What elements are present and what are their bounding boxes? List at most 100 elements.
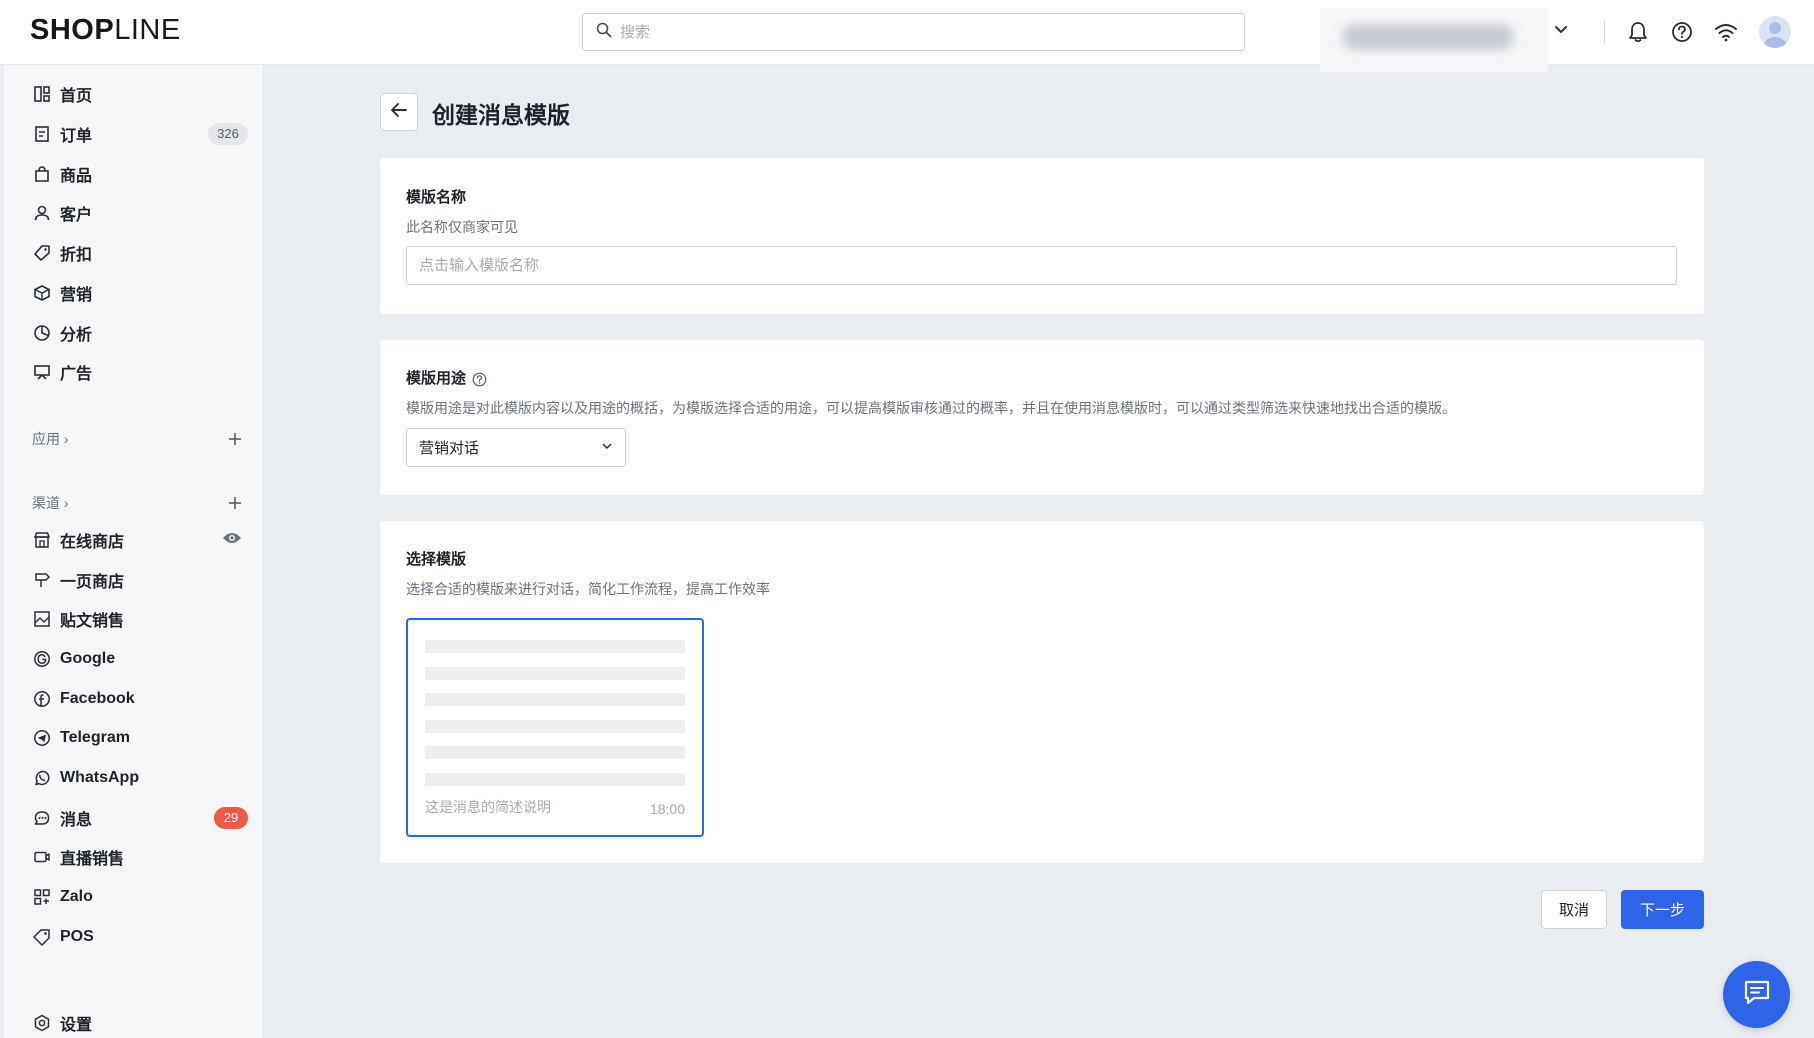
bell-icon[interactable]	[1625, 19, 1651, 45]
choose-template-description: 选择合适的模版来进行对话，简化工作流程，提高工作效率	[406, 581, 770, 597]
template-name-title: 模版名称	[406, 189, 467, 206]
search-icon	[596, 22, 612, 43]
user-icon	[30, 201, 54, 225]
sidebar-item-google[interactable]: Google	[30, 642, 250, 676]
back-button[interactable]	[380, 93, 418, 131]
sidebar-item-pos[interactable]: POS	[30, 920, 250, 954]
google-icon	[30, 647, 54, 671]
template-placeholder-line	[425, 746, 685, 759]
message-count-badge: 29	[214, 807, 248, 829]
template-placeholder-line	[425, 773, 685, 786]
next-step-button[interactable]: 下一步	[1621, 890, 1704, 929]
chat-icon	[1742, 977, 1772, 1012]
pie-chart-icon	[30, 321, 54, 345]
template-usage-description: 模版用途是对此模版内容以及用途的概括，为模版选择合适的用途，可以提高模版审核通过…	[406, 400, 1456, 416]
sidebar-item-label: 设置	[60, 1017, 93, 1034]
sidebar-item-label: 首页	[60, 88, 93, 105]
box-icon	[30, 281, 54, 305]
arrow-left-icon	[390, 101, 408, 124]
template-placeholder-line	[425, 667, 685, 680]
sidebar-item-label: 消息	[60, 812, 93, 829]
template-usage-selected-value: 营销对话	[419, 440, 480, 457]
chevron-down-icon	[601, 439, 613, 457]
sidebar-item-label: 折扣	[60, 247, 93, 264]
template-usage-title: 模版用途	[406, 370, 467, 387]
sidebar-item-facebook[interactable]: Facebook	[30, 682, 250, 716]
template-usage-select[interactable]: 营销对话	[406, 428, 626, 467]
help-icon[interactable]	[472, 372, 487, 387]
sidebar-item-orders[interactable]: 订单 326	[30, 117, 250, 151]
chat-support-button[interactable]	[1723, 961, 1790, 1028]
store-icon	[30, 528, 54, 552]
sidebar-item-label: POS	[60, 928, 94, 945]
template-usage-title-row: 模版用途	[406, 367, 487, 388]
whatsapp-icon	[30, 766, 54, 790]
store-switcher[interactable]	[1320, 8, 1548, 72]
template-preview-time: 18:00	[649, 801, 685, 817]
help-icon[interactable]	[1669, 19, 1695, 45]
template-name-input[interactable]	[406, 246, 1677, 285]
store-name-blurred	[1342, 24, 1514, 50]
sidebar-item-label: 在线商店	[60, 534, 125, 551]
facebook-icon	[30, 687, 54, 711]
image-post-icon	[30, 607, 54, 631]
sidebar-item-label: 商品	[60, 168, 93, 185]
sidebar-item-label: Zalo	[60, 888, 93, 905]
telegram-icon	[30, 726, 54, 750]
ad-board-icon	[30, 360, 54, 384]
sidebar-item-label: 营销	[60, 287, 93, 304]
message-icon	[30, 806, 54, 830]
avatar[interactable]	[1759, 16, 1791, 48]
sidebar-item-label: 一页商店	[60, 574, 125, 591]
choose-template-title: 选择模版	[406, 551, 467, 568]
channels-section-toggle[interactable]: 渠道 ›	[32, 493, 69, 513]
page-title: 创建消息模版	[432, 102, 570, 128]
order-count-badge: 326	[208, 123, 248, 145]
shopline-logo[interactable]: SHOPLINE	[30, 14, 181, 47]
top-bar: SHOPLINE	[0, 0, 1814, 72]
sidebar-item-discounts[interactable]: 折扣	[30, 236, 250, 270]
wifi-icon[interactable]	[1713, 19, 1739, 45]
tag-icon	[30, 241, 54, 265]
sidebar-item-label: 客户	[60, 207, 93, 224]
sidebar-item-zalo[interactable]: Zalo	[30, 880, 250, 914]
sidebar-item-label: WhatsApp	[60, 769, 140, 786]
choose-template-card: 选择模版 选择合适的模版来进行对话，简化工作流程，提高工作效率 这是消息的简述说…	[380, 521, 1704, 863]
sidebar-item-label: Facebook	[60, 690, 135, 707]
sidebar-item-settings[interactable]: 设置	[30, 1006, 250, 1038]
sidebar-item-analytics[interactable]: 分析	[30, 316, 250, 350]
sidebar-item-customers[interactable]: 客户	[30, 196, 250, 230]
add-app-plus-icon[interactable]	[224, 428, 246, 450]
sidebar-item-online-store[interactable]: 在线商店	[30, 523, 250, 557]
sidebar-item-telegram[interactable]: Telegram	[30, 721, 250, 755]
add-channel-plus-icon[interactable]	[224, 492, 246, 514]
sidebar-item-home[interactable]: 首页	[30, 77, 250, 111]
eye-icon[interactable]	[222, 531, 242, 550]
template-option-card[interactable]: 这是消息的简述说明 18:00	[406, 618, 704, 837]
sidebar-item-label: Telegram	[60, 729, 130, 746]
dashboard-icon	[30, 82, 54, 106]
sidebar-item-one-page-store[interactable]: 一页商店	[30, 563, 250, 597]
pos-icon	[30, 925, 54, 949]
sidebar-item-ads[interactable]: 广告	[30, 355, 250, 389]
sidebar-item-products[interactable]: 商品	[30, 157, 250, 191]
sidebar-item-live-selling[interactable]: 直播销售	[30, 840, 250, 874]
topbar-divider	[1604, 20, 1605, 44]
sidebar-item-label: 广告	[60, 366, 93, 383]
cancel-button[interactable]: 取消	[1541, 890, 1607, 929]
template-name-card: 模版名称 此名称仅商家可见	[380, 158, 1704, 314]
sidebar-item-post-selling[interactable]: 贴文销售	[30, 602, 250, 636]
search-input[interactable]	[620, 23, 1220, 41]
sidebar-item-messages[interactable]: 消息 29	[30, 801, 250, 835]
template-preview-description: 这是消息的简述说明	[425, 799, 551, 815]
search-box[interactable]	[582, 13, 1245, 51]
apps-section-toggle[interactable]: 应用 ›	[32, 429, 69, 449]
template-placeholder-line	[425, 720, 685, 733]
sidebar-item-whatsapp[interactable]: WhatsApp	[30, 761, 250, 795]
template-name-description: 此名称仅商家可见	[406, 219, 518, 235]
chevron-down-icon[interactable]	[1552, 20, 1570, 43]
template-placeholder-line	[425, 693, 685, 706]
sidebar-item-marketing[interactable]: 营销	[30, 276, 250, 310]
bag-icon	[30, 162, 54, 186]
sidebar: 首页 订单 326 商品 客户 折扣 营销 分析 广告 应用 › 渠道 › 在线…	[4, 65, 264, 1038]
